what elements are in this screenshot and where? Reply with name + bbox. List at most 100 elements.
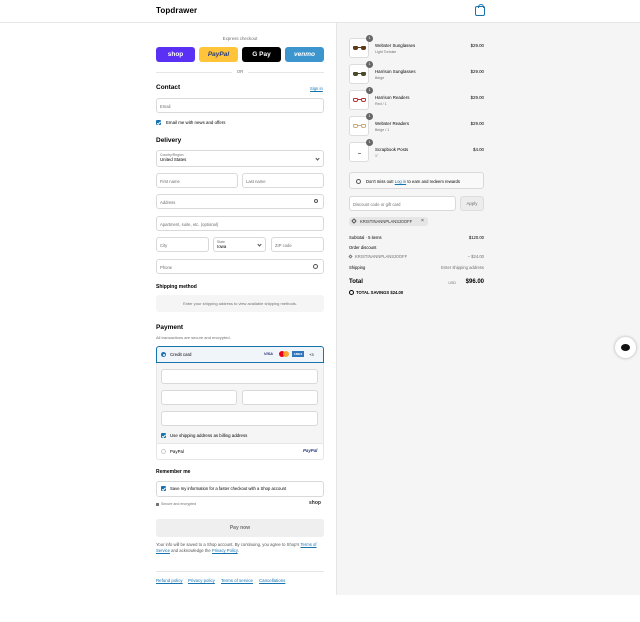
discount-value: – $24.00: [467, 254, 484, 259]
remove-discount-icon[interactable]: ×: [421, 218, 424, 224]
item-price: $29.00: [470, 43, 484, 48]
item-price: $29.00: [470, 121, 484, 126]
billing-label: Use shipping address as billing address: [170, 433, 248, 438]
item-price: $29.00: [470, 95, 484, 100]
credit-card-radio[interactable]: [161, 352, 166, 357]
disclaimer-end: .: [237, 548, 239, 554]
billing-checkbox[interactable]: [161, 433, 166, 438]
state-select[interactable]: State Iowa: [213, 237, 266, 252]
expiry-field[interactable]: [161, 390, 237, 405]
email-field[interactable]: Email: [156, 98, 324, 113]
shopping-bag-icon[interactable]: [475, 4, 485, 16]
item-variant: Beige: [375, 76, 385, 80]
contact-title: Contact: [156, 84, 181, 91]
pay-now-button[interactable]: Pay now: [156, 519, 324, 537]
header: Topdrawer: [0, 0, 640, 23]
remember-title: Remember me: [156, 469, 191, 475]
or-label: OR: [232, 69, 248, 74]
chat-button[interactable]: [615, 337, 636, 358]
privacy-policy-footer-link[interactable]: Privacy policy: [188, 578, 215, 583]
subtotal-row: Subtotal · 5 items $120.00: [349, 235, 484, 240]
terms-of-service-footer-link[interactable]: Terms of service: [221, 578, 253, 583]
venmo-button[interactable]: venmo: [285, 47, 324, 62]
address-field[interactable]: Address: [156, 194, 324, 209]
remember-checkbox[interactable]: [161, 486, 166, 491]
shipping-row: Shipping Enter shipping address: [349, 265, 484, 270]
payment-title: Payment: [156, 324, 184, 331]
help-icon[interactable]: [313, 264, 318, 269]
savings-value: $24.00: [390, 290, 404, 295]
sign-in-link[interactable]: Sign in: [310, 86, 323, 91]
city-field[interactable]: City: [156, 237, 209, 252]
discount-tag: KRISTINANNPLANS20OFF ×: [349, 217, 428, 226]
item-name: Webster Readers: [375, 121, 410, 126]
last-name-field[interactable]: Last name: [242, 173, 324, 188]
discount-code: KRISTINANNPLANS20OFF: [360, 219, 413, 224]
order-discount-label: Order discount: [349, 245, 377, 250]
country-value: United States: [160, 157, 187, 162]
discount-field[interactable]: Discount code or gift card: [349, 196, 456, 211]
secure-label: Secure and encrypted: [161, 502, 197, 506]
qty-badge: 1: [366, 139, 373, 146]
news-checkbox[interactable]: [156, 120, 161, 125]
apply-button[interactable]: Apply: [460, 196, 484, 211]
cancellations-link[interactable]: Cancellations: [259, 578, 285, 583]
brand-logo[interactable]: Topdrawer: [156, 6, 197, 15]
item-price: $4.00: [473, 147, 484, 152]
subtotal-label: Subtotal · 5 items: [349, 235, 382, 240]
zip-field[interactable]: ZIP code: [271, 237, 324, 252]
paypal-radio[interactable]: [161, 449, 166, 454]
shipping-value: Enter shipping address: [441, 265, 484, 270]
more-cards-badge: +3: [309, 352, 314, 357]
footer-divider: [156, 571, 324, 572]
search-icon: [314, 199, 318, 203]
name-on-card-field[interactable]: [161, 411, 318, 426]
delivery-title: Delivery: [156, 137, 182, 144]
state-value: Iowa: [217, 244, 227, 249]
item-image-5: [349, 142, 369, 162]
qty-badge: 1: [366, 87, 373, 94]
info-icon: [356, 179, 361, 184]
savings-label: TOTAL SAVINGS: [356, 290, 390, 295]
qty-badge: 1: [366, 113, 373, 120]
item-image-4: [349, 116, 369, 136]
phone-field[interactable]: Phone: [156, 259, 324, 274]
item-name: Harrison Sunglasses: [375, 69, 416, 74]
refund-policy-link[interactable]: Refund policy: [156, 578, 183, 583]
order-summary-panel: [336, 23, 640, 595]
item-name: Scrapbook Posts: [375, 147, 409, 152]
card-number-field[interactable]: [161, 369, 318, 384]
qty-badge: 1: [366, 61, 373, 68]
shop-pay-button[interactable]: shop: [156, 47, 195, 62]
tag-icon: [351, 218, 357, 224]
item-name: Webster Sunglasses: [375, 43, 416, 48]
express-checkout-title: Express checkout: [222, 36, 258, 41]
amex-icon: AMEX: [292, 351, 304, 357]
google-pay-button[interactable]: G Pay: [242, 47, 281, 62]
summary-discount-code: KRISTINANNPLANS20OFF: [355, 254, 408, 259]
shipping-label: Shipping: [349, 265, 366, 270]
paypal-logo: PayPal: [303, 448, 318, 453]
shop-logo: shop: [309, 500, 321, 506]
apartment-field[interactable]: Apartment, suite, etc. (optional): [156, 216, 324, 231]
item-name: Harrison Readers: [375, 95, 410, 100]
item-image-1: [349, 38, 369, 58]
tag-icon: [348, 254, 353, 259]
order-discount-row: Order discount: [349, 245, 484, 250]
paypal-option-label: PayPal: [170, 449, 184, 454]
total-label: Total: [349, 279, 363, 285]
news-label: Email me with news and offers: [166, 120, 226, 125]
country-select[interactable]: Country/Region United States: [156, 150, 324, 167]
credit-card-label: Credit card: [170, 352, 192, 357]
privacy-policy-link[interactable]: Privacy Policy: [212, 548, 238, 553]
paypal-button[interactable]: PayPal: [199, 47, 238, 62]
qty-badge: 1: [366, 35, 373, 42]
rewards-banner: Don't miss out! Log in to earn and redee…: [349, 172, 484, 189]
discount-code-row: KRISTINANNPLANS20OFF – $24.00: [348, 254, 484, 259]
security-code-field[interactable]: [242, 390, 318, 405]
item-image-2: [349, 64, 369, 84]
login-link[interactable]: Log in: [395, 179, 406, 184]
chat-icon: [621, 344, 630, 351]
first-name-field[interactable]: First name: [156, 173, 238, 188]
shipping-note: Enter your shipping address to view avai…: [156, 295, 324, 312]
